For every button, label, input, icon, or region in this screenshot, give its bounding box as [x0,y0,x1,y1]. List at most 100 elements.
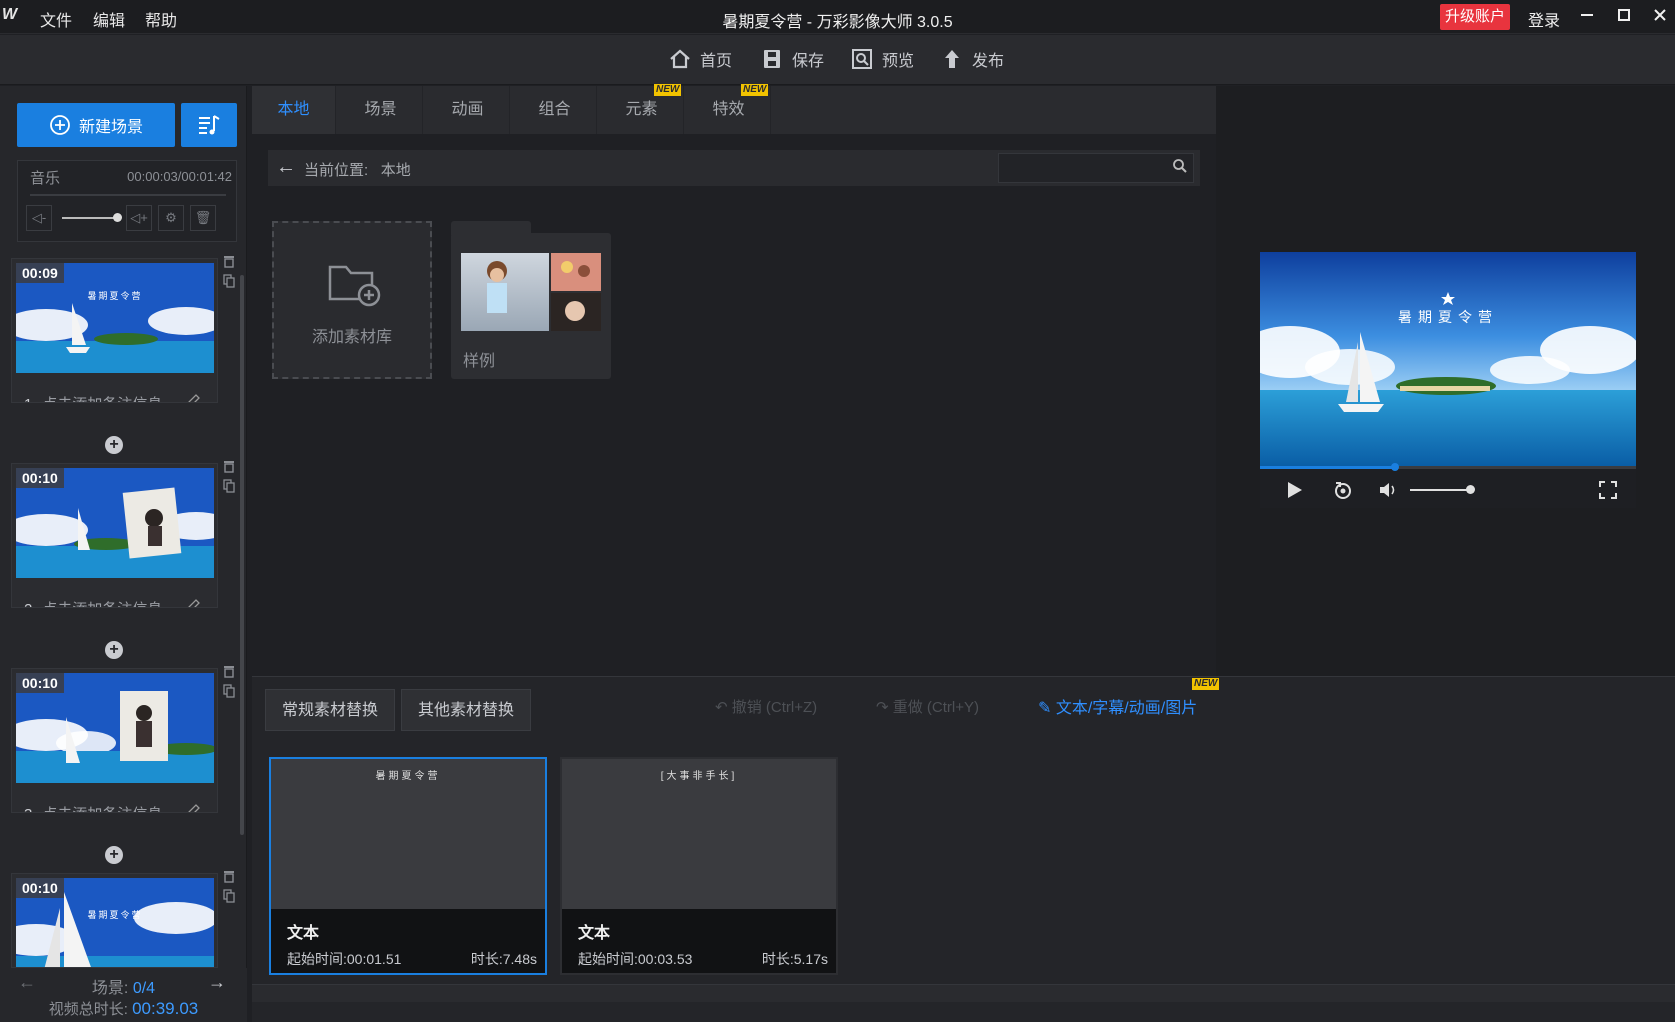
copy-scene-icon[interactable] [222,684,236,704]
scene-overlay-text: 暑期夏令营 [87,910,143,920]
tab-animation[interactable]: 动画 [426,86,510,134]
clip-duration: 时长:5.17s [761,951,828,967]
delete-scene-icon[interactable] [222,664,236,684]
tab-scene[interactable]: 场景 [339,86,423,134]
new-scene-label: 新建场景 [78,119,143,136]
menu-help[interactable]: 帮助 [145,7,177,31]
clip-duration: 时长:7.48s [470,951,537,967]
replay-icon[interactable] [1332,479,1354,501]
scene-duration-badge: 00:09 [16,263,64,283]
clip-start-time: 起始时间:00:01.51 [287,951,402,967]
delete-scene-icon[interactable] [222,459,236,479]
preview-progress-knob[interactable] [1391,463,1400,471]
scene-number: 2 [24,601,32,607]
preview-video[interactable]: 暑期夏令营 [1260,252,1636,466]
back-arrow-icon[interactable]: ← [276,156,296,179]
location-label: 当前位置: [304,162,369,179]
clip-info: 文本 起始时间:00:03.53 时长:5.17s [562,909,836,973]
publish-button[interactable]: 发布 [940,44,1004,74]
scene-card[interactable]: 暑期夏令营 00:09 1 点击添加备注信息 [11,258,218,403]
scene-card[interactable]: 00:10 3 点击添加备注信息 [11,668,218,813]
pencil-icon: ✎ [1038,700,1052,717]
music-progress-bar[interactable] [30,194,226,196]
preview-button[interactable]: 预览 [850,44,914,74]
plus-circle-icon [50,115,70,135]
upgrade-account-button[interactable]: 升级账户 [1440,4,1510,30]
publish-icon [945,50,959,68]
edit-note-icon[interactable] [185,598,203,607]
delete-scene-icon[interactable] [222,254,236,274]
clip-info: 文本起始时间:00:01.51 时长:7.48s [271,909,545,973]
scene-actions [222,254,236,294]
text-clip[interactable]: 暑期夏令营 文本 起始时间:00:01.51 时长:7.48s [269,757,547,975]
scene-card[interactable]: 00:10 2 点击添加备注信息 [11,463,218,608]
play-icon[interactable] [1284,480,1304,500]
copy-scene-icon[interactable] [222,889,236,909]
insert-scene-icon[interactable]: + [105,436,123,454]
preview-volume-knob[interactable] [1466,485,1475,494]
tab-other-replace[interactable]: 其他素材替换 [401,689,532,731]
clip-name: 文本 [578,925,611,942]
tab-label: 特效 [712,101,745,118]
menu-edit[interactable]: 编辑 [93,7,125,31]
preview-progress-bar[interactable] [1260,463,1636,471]
clip-name: 文本 [287,925,320,942]
save-button[interactable]: 保存 [760,44,824,74]
tab-element[interactable]: 元素 NEW [600,84,684,134]
music-volume-slider[interactable] [62,217,118,219]
insert-scene-icon[interactable]: + [105,641,123,659]
music-panel: 音乐 00:00:03/00:01:42 ◁- ◁+ ⚙ 🗑 [17,160,237,242]
music-delete-icon[interactable]: 🗑 [190,205,216,231]
add-library-button[interactable]: 添加素材库 [272,221,432,379]
edit-note-icon[interactable] [185,803,203,812]
maximize-icon[interactable] [1612,5,1636,29]
music-volume-knob[interactable] [113,213,122,222]
fullscreen-icon[interactable] [1598,480,1618,500]
tab-regular-replace[interactable]: 常规素材替换 [265,689,396,731]
scene-note-label: 点击添加备注信息 [42,396,162,402]
scene-number: 1 [24,396,32,402]
tab-group[interactable]: 组合 [513,86,597,134]
delete-scene-icon[interactable] [222,869,236,889]
scene-card[interactable]: 暑期夏令营 00:10 [11,873,218,968]
close-icon[interactable] [1648,5,1672,29]
edit-note-icon[interactable] [185,393,203,402]
home-button[interactable]: 首页 [668,44,732,74]
insert-scene-icon[interactable]: + [105,846,123,864]
volume-icon[interactable] [1378,480,1398,500]
scene-note[interactable]: 2 点击添加备注信息 [24,598,162,607]
location-bar: ← 当前位置: 本地 [268,150,1200,186]
minimize-icon[interactable] [1575,5,1599,29]
volume-up-icon[interactable]: ◁+ [126,205,152,231]
scene-note[interactable]: 3 点击添加备注信息 [24,803,162,812]
copy-scene-icon[interactable] [222,479,236,499]
volume-down-icon[interactable]: ◁- [26,205,52,231]
tab-label: 本地 [277,101,310,118]
publish-label: 发布 [972,53,1005,70]
preview-title-text: 暑期夏令营 [1398,310,1498,326]
scene-note[interactable]: 1 点击添加备注信息 [24,393,162,402]
music-list-button[interactable] [181,103,237,147]
clip-scrollbar[interactable] [252,984,1675,1002]
scene-count: 场景: 0/4 [0,974,247,998]
scene-list-scrollbar[interactable] [240,275,244,835]
search-icon[interactable] [1172,158,1190,176]
copy-scene-icon[interactable] [222,274,236,294]
new-scene-button[interactable]: 新建场景 [17,103,175,147]
location-path: 当前位置: 本地 [304,159,411,180]
preview-volume-slider[interactable] [1410,489,1470,491]
music-settings-icon[interactable]: ⚙ [158,205,184,231]
music-label: 音乐 [30,170,61,187]
tab-effect[interactable]: 特效 NEW [687,84,771,134]
menu-file[interactable]: 文件 [40,7,72,31]
login-button[interactable]: 登录 [1528,7,1560,31]
library-search-input[interactable] [998,153,1194,183]
text-clip[interactable]: [大事非手长] 文本 起始时间:00:03.53 时长:5.17s [560,757,838,975]
tab-local[interactable]: 本地 [252,86,336,134]
undo-button[interactable]: ↶ 撤销 (Ctrl+Z) [715,696,817,717]
sample-folder[interactable]: 样例 [451,221,611,379]
location-value: 本地 [380,162,411,179]
scene-actions [222,664,236,704]
text-subtitle-animation-image-link[interactable]: ✎ 文本/字幕/动画/图片 NEW [1038,678,1220,718]
redo-button[interactable]: ↷ 重做 (Ctrl+Y) [876,696,979,717]
